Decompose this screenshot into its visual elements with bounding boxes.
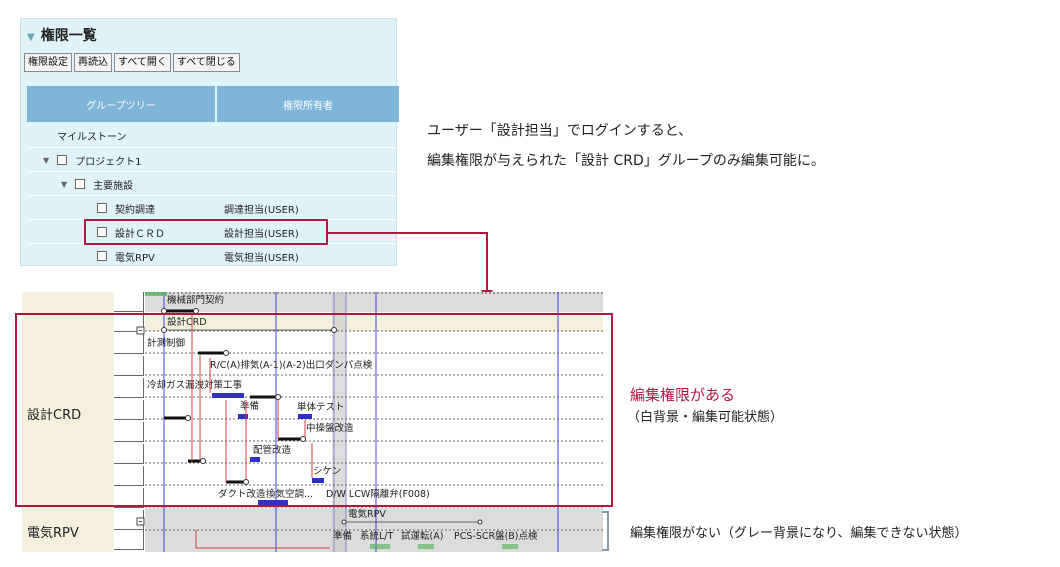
tree-row-label: 主要施設 xyxy=(93,180,134,192)
header-group-tree[interactable]: グループツリー xyxy=(27,86,217,122)
collapse-triangle-icon[interactable]: ▼ xyxy=(27,32,35,43)
tree-row-main-facility[interactable]: ▼ 主要施設 xyxy=(27,172,399,196)
description-line-2: 編集権限が与えられた「設計 CRD」グループのみ編集可能に。 xyxy=(427,153,825,169)
tree-row-label: 契約調達 xyxy=(115,204,155,216)
editable-note-sub: （白背景・編集可能状態） xyxy=(627,410,784,425)
description-line-1: ユーザー「設計担当」でログインすると、 xyxy=(427,123,693,139)
expand-triangle-icon[interactable]: ▼ xyxy=(61,180,67,189)
task-label: 電気RPV xyxy=(348,508,386,520)
panel-title[interactable]: ▼ 権限一覧 xyxy=(27,25,97,45)
tree-row-label: 電気RPV xyxy=(115,252,155,264)
task-label: 準備 xyxy=(333,530,352,542)
collapse-all-button[interactable]: すべて閉じる xyxy=(172,53,240,72)
tree-row-procurement[interactable]: 契約調達 調達担当(USER) xyxy=(27,196,399,220)
reload-button[interactable]: 再読込 xyxy=(74,53,112,72)
checkbox[interactable] xyxy=(97,251,107,261)
task-label: 機械部門契約 xyxy=(167,294,224,306)
task-label: 系統L/T xyxy=(360,530,393,542)
permission-settings-button[interactable]: 権限設定 xyxy=(24,53,72,72)
grid-header: グループツリー 権限所有者 xyxy=(27,86,399,122)
tree-row-project1[interactable]: ▼ プロジェクト1 xyxy=(27,148,399,172)
checkbox[interactable] xyxy=(75,179,86,189)
editable-note-title: 編集権限がある xyxy=(630,386,736,404)
tree-row-milestone[interactable]: マイルストーン xyxy=(27,123,399,147)
editable-area-highlight xyxy=(15,313,613,507)
tree-row-electric-rpv[interactable]: 電気RPV 電気担当(USER) xyxy=(27,244,399,268)
group-label-rpv: 電気RPV xyxy=(27,526,79,541)
highlight-design-crd-row xyxy=(84,219,328,245)
expand-all-button[interactable]: すべて開く xyxy=(114,53,171,72)
tree-row-label: マイルストーン xyxy=(57,131,127,143)
tree-row-label: プロジェクト1 xyxy=(75,156,142,168)
owner-cell: 電気担当(USER) xyxy=(224,252,299,264)
task-label: PCS-SCR盤(B)点検 xyxy=(454,530,538,542)
arrow-down-icon xyxy=(481,290,493,300)
panel-toolbar: 権限設定 再読込 すべて開く すべて閉じる xyxy=(24,53,240,72)
permission-grid: グループツリー 権限所有者 マイルストーン ▼ プロジェクト1 ▼ 主要施設 契… xyxy=(27,86,399,264)
readonly-area-bg xyxy=(145,508,603,552)
checkbox[interactable] xyxy=(57,155,68,165)
connector-line xyxy=(328,232,488,234)
header-owner[interactable]: 権限所有者 xyxy=(217,86,399,122)
connector-line xyxy=(486,232,488,292)
checkbox[interactable] xyxy=(97,203,107,213)
task-label: 試運転(A) xyxy=(401,530,443,542)
noneditable-bracket xyxy=(602,511,609,551)
expand-triangle-icon[interactable]: ▼ xyxy=(43,156,49,165)
owner-cell: 調達担当(USER) xyxy=(224,204,299,216)
readonly-row-bg xyxy=(145,292,603,312)
noneditable-note: 編集権限がない（グレー背景になり、編集できない状態） xyxy=(630,526,968,541)
